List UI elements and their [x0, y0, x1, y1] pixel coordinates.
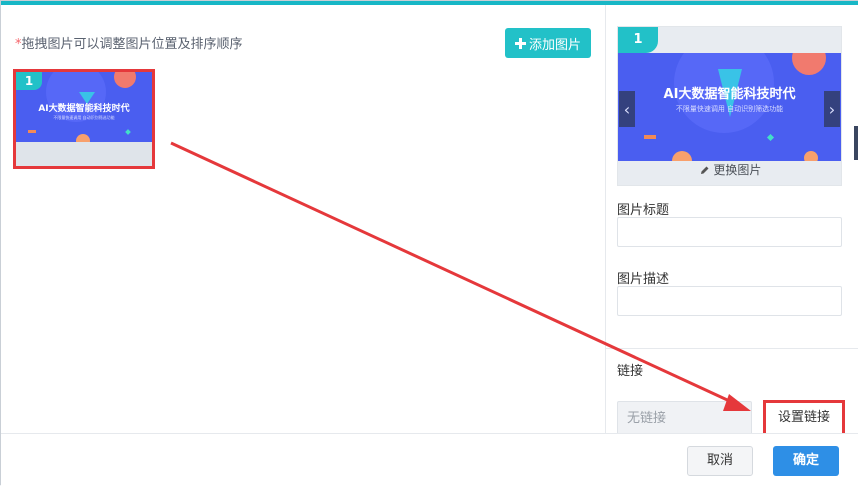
background-edge-strip [854, 126, 858, 160]
preview-prev-button[interactable]: ‹ [619, 91, 635, 127]
image-title-label: 图片标题 [617, 203, 670, 218]
set-link-button[interactable]: 设置链接 [763, 400, 845, 436]
link-display-field: 无链接 [617, 401, 752, 435]
preview-banner-image: AI大数据智能科技时代 不限量快速调用 自动识别筛选功能 [618, 53, 841, 161]
change-image-label: 更换图片 [713, 163, 762, 177]
chevron-right-icon: › [828, 99, 836, 119]
image-editor-dialog: *拖拽图片可以调整图片位置及排序顺序 添加图片 1 AI大数据智能科技时代 不限… [0, 0, 858, 486]
plus-icon [514, 37, 526, 49]
cancel-button[interactable]: 取消 [687, 446, 753, 476]
image-title-input[interactable] [617, 217, 842, 247]
confirm-button[interactable]: 确定 [773, 446, 839, 476]
preview-banner-title: AI大数据智能科技时代 [663, 87, 796, 102]
thumbnail-banner-subtitle: 不限量快速调用 自动识别筛选功能 [53, 115, 115, 120]
image-thumbnail[interactable]: 1 AI大数据智能科技时代 不限量快速调用 自动识别筛选功能 [13, 69, 155, 169]
change-image-link[interactable]: 更换图片 [618, 161, 843, 178]
thumbnail-index-badge: 1 [16, 72, 42, 90]
pane-divider [605, 348, 858, 349]
preview-index-badge: 1 [618, 27, 658, 53]
image-desc-input[interactable] [617, 286, 842, 316]
drag-hint-text: 拖拽图片可以调整图片位置及排序顺序 [21, 37, 243, 52]
link-label: 链接 [617, 364, 644, 379]
chevron-left-icon: ‹ [623, 99, 631, 119]
pencil-icon [700, 166, 709, 174]
preview-next-button[interactable]: › [824, 91, 840, 127]
image-preview: 1 AI大数据智能科技时代 不限量快速调用 自动识别筛选功能 ‹ › 更换图片 [617, 26, 842, 186]
dialog-footer: 取消 确定 [1, 433, 858, 486]
drag-hint: *拖拽图片可以调整图片位置及排序顺序 [15, 33, 243, 52]
preview-banner-subtitle: 不限量快速调用 自动识别筛选功能 [675, 105, 784, 113]
add-image-label: 添加图片 [528, 37, 581, 53]
thumbnail-banner-title: AI大数据智能科技时代 [38, 104, 130, 114]
image-desc-label: 图片描述 [617, 272, 670, 287]
add-image-button[interactable]: 添加图片 [505, 28, 591, 58]
